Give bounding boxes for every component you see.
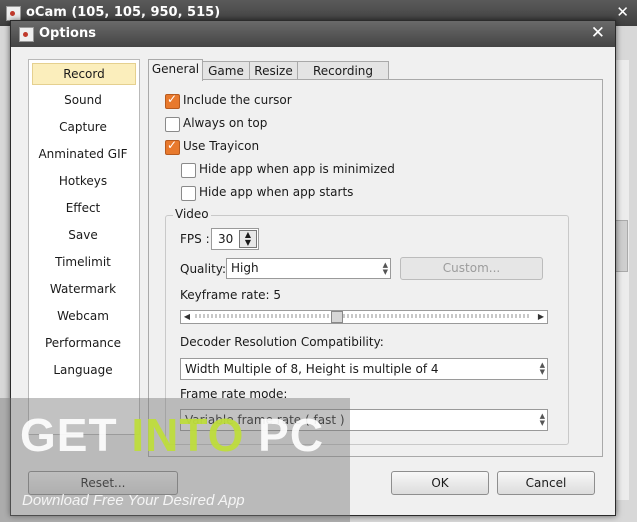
watermark-pc: PC [244, 409, 325, 461]
watermark-tagline: Download Free Your Desired App [22, 492, 245, 509]
tab-game[interactable]: Game [202, 61, 250, 80]
watermark-logo-text: GET INTO PC [20, 408, 324, 462]
nav-item-effect[interactable]: Effect [32, 198, 134, 218]
cancel-button[interactable]: Cancel [497, 471, 595, 495]
use-trayicon-label: Use Trayicon [183, 139, 260, 153]
nav-item-save[interactable]: Save [32, 225, 134, 245]
nav-item-record[interactable]: Record [32, 63, 136, 85]
always-on-top-checkbox[interactable] [165, 117, 180, 132]
tab-resize[interactable]: Resize [249, 61, 298, 80]
ok-button[interactable]: OK [391, 471, 489, 495]
always-on-top-label: Always on top [183, 116, 268, 130]
slider-track [195, 314, 531, 318]
decoder-select[interactable]: Width Multiple of 8, Height is multiple … [180, 358, 548, 380]
custom-button[interactable]: Custom... [400, 257, 543, 280]
nav-item-webcam[interactable]: Webcam [32, 306, 134, 326]
options-nav: Record Sound Capture Anminated GIF Hotke… [28, 59, 140, 435]
select-arrows-icon: ▲ ▼ [539, 361, 545, 376]
background-close-icon[interactable]: ✕ [616, 3, 629, 21]
select-arrows-icon: ▲ ▼ [539, 412, 545, 427]
nav-item-performance[interactable]: Performance [32, 333, 134, 353]
ocam-app-icon [19, 27, 34, 42]
decoder-label: Decoder Resolution Compatibility: [180, 335, 384, 349]
nav-item-capture[interactable]: Capture [32, 117, 134, 137]
decoder-value: Width Multiple of 8, Height is multiple … [185, 362, 439, 376]
nav-item-timelimit[interactable]: Timelimit [32, 252, 134, 272]
dialog-title: Options [39, 26, 96, 41]
nav-item-animated-gif[interactable]: Anminated GIF [32, 144, 134, 164]
slider-left-arrow-icon[interactable]: ◀ [182, 311, 192, 323]
nav-item-sound[interactable]: Sound [32, 90, 134, 110]
background-window-title: oCam (105, 105, 950, 515) [26, 5, 221, 20]
nav-item-hotkeys[interactable]: Hotkeys [32, 171, 134, 191]
hide-minimized-checkbox[interactable] [181, 163, 196, 178]
include-cursor-label: Include the cursor [183, 93, 292, 107]
watermark-into: INTO [131, 409, 245, 461]
tab-strip: General Game Resize Recording area [148, 59, 601, 96]
use-trayicon-checkbox[interactable] [165, 138, 180, 155]
hide-on-start-label: Hide app when app starts [199, 185, 354, 199]
fps-value: 30 [218, 232, 234, 246]
quality-label: Quality: [180, 262, 227, 276]
tab-recording-area[interactable]: Recording area [297, 61, 389, 96]
select-arrows-icon: ▲ ▼ [382, 261, 388, 276]
dialog-close-icon[interactable]: ✕ [591, 23, 605, 43]
fps-spin-icon[interactable]: ▲ ▼ [239, 230, 257, 248]
fps-stepper[interactable]: 30 ▲ ▼ [211, 228, 259, 250]
fps-label: FPS : [180, 232, 210, 246]
tab-general[interactable]: General [148, 59, 203, 81]
nav-item-watermark[interactable]: Watermark [32, 279, 134, 299]
dialog-title-bar: Options ✕ [11, 21, 615, 47]
slider-thumb[interactable] [331, 311, 344, 323]
quality-value: High [231, 261, 259, 275]
quality-select[interactable]: High ▲ ▼ [226, 258, 391, 279]
hide-minimized-label: Hide app when app is minimized [199, 162, 395, 176]
keyframe-slider[interactable]: ◀ ▶ [180, 310, 548, 324]
watermark-get: GET [20, 409, 132, 461]
slider-right-arrow-icon[interactable]: ▶ [536, 311, 546, 323]
video-group-label: Video [173, 207, 211, 221]
nav-item-language[interactable]: Language [32, 360, 134, 380]
include-cursor-checkbox[interactable] [165, 92, 180, 109]
hide-on-start-checkbox[interactable] [181, 186, 196, 201]
keyframe-label: Keyframe rate: 5 [180, 288, 282, 302]
ocam-app-icon [6, 6, 21, 21]
